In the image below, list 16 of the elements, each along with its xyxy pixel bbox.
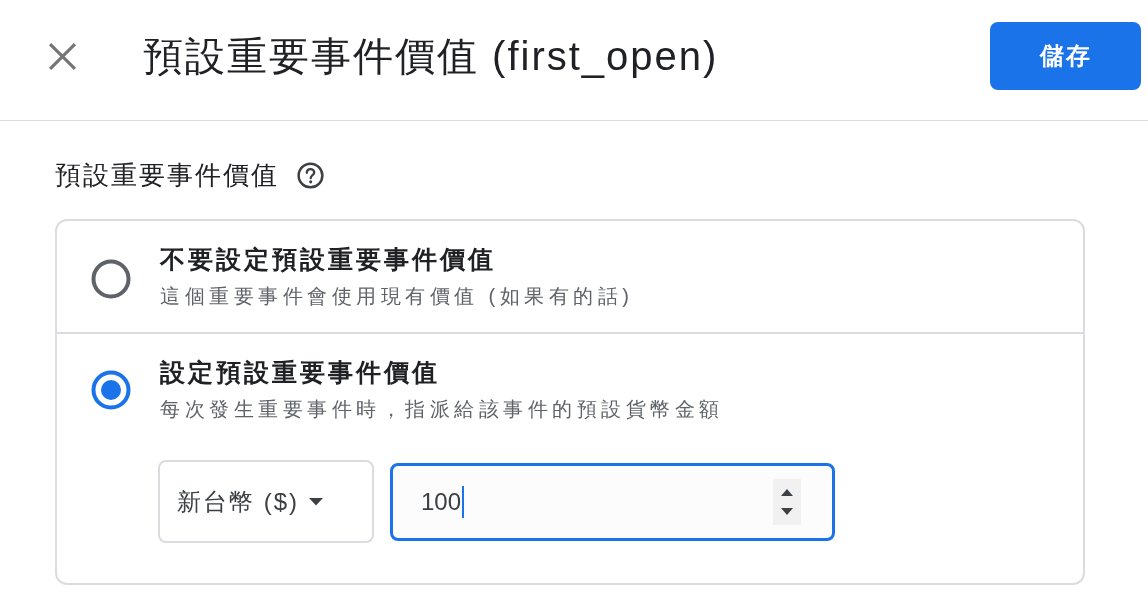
- option-title: 設定預設重要事件價值: [160, 357, 441, 388]
- radio-button[interactable]: [91, 259, 131, 299]
- option-title: 不要設定預設重要事件價值: [160, 244, 497, 275]
- close-icon[interactable]: [48, 41, 77, 71]
- currency-dropdown[interactable]: 新台幣 ($): [158, 460, 374, 543]
- radio-button[interactable]: [91, 370, 131, 410]
- option-description: 這個重要事件會使用現有價值 (如果有的話): [160, 284, 634, 309]
- dialog-title: 預設重要事件價值 (first_open): [143, 33, 719, 80]
- up-down-arrows-icon[interactable]: [773, 478, 801, 525]
- save-button[interactable]: 儲存: [990, 22, 1141, 90]
- help-icon[interactable]: [297, 161, 324, 189]
- text-cursor-icon: [462, 485, 465, 518]
- caret-down-icon: [309, 497, 323, 506]
- section-label: 預設重要事件價值: [55, 159, 279, 192]
- amount-field[interactable]: 100: [390, 462, 835, 541]
- option-description: 每次發生重要事件時，指派給該事件的預設貨幣金額: [160, 397, 725, 422]
